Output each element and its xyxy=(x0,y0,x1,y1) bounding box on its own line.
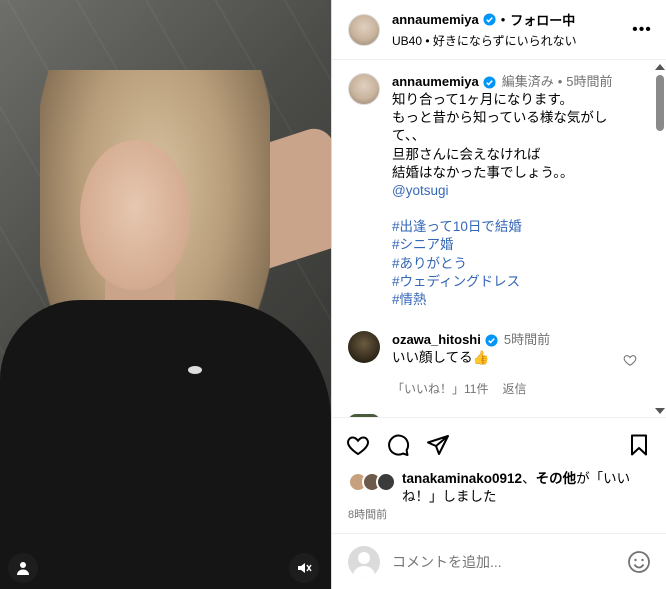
verified-badge-icon xyxy=(485,334,498,347)
bookmark-icon xyxy=(631,434,647,455)
more-options-icon[interactable]: ••• xyxy=(630,18,654,42)
heart-icon xyxy=(347,435,369,455)
comment-time[interactable]: 5時間前 xyxy=(504,331,550,349)
action-bar xyxy=(332,417,666,471)
commenter-avatar[interactable] xyxy=(348,331,380,364)
caption-line: 知り合って1ヶ月になります。 xyxy=(392,92,573,107)
mute-button[interactable] xyxy=(289,553,319,583)
hashtag-link[interactable]: #出逢って10日で結婚 xyxy=(392,218,653,236)
follow-status-button[interactable]: フォロー中 xyxy=(510,10,575,29)
comment-bubble-icon xyxy=(388,434,410,456)
audio-track-link[interactable]: UB40 • 好きにならずにいられない xyxy=(392,32,577,49)
caption: annaumemiya 編集済み • 5時間前 知り合って1ヶ月になります。 も… xyxy=(332,61,666,309)
likes-others-link[interactable]: その他 xyxy=(536,471,577,486)
emoji-icon[interactable] xyxy=(627,550,651,574)
comments-scrollbar[interactable] xyxy=(653,61,666,417)
like-button[interactable] xyxy=(346,433,370,457)
comment-likes-count[interactable]: 「いいね！」11件 xyxy=(392,380,488,398)
post-photo[interactable] xyxy=(0,0,331,589)
commenter-username[interactable]: ozawa_hitoshi xyxy=(392,331,481,349)
comments-panel[interactable]: annaumemiya 編集済み • 5時間前 知り合って1ヶ月になります。 も… xyxy=(332,61,666,417)
current-user-avatar xyxy=(348,545,380,578)
liker-avatars xyxy=(348,472,400,494)
post-sidebar: annaumemiya • フォロー中 UB40 • 好きにならずにいられない … xyxy=(331,0,666,589)
tagged-users-button[interactable] xyxy=(8,553,38,583)
liker-username[interactable]: tanakaminako0912 xyxy=(402,471,522,486)
caption-line: もっと昔から知っている様な気がし xyxy=(392,110,608,126)
comment-item: ozawa_hitoshi 5時間前 いい顔してる👍 「いいね！」11件 返信 xyxy=(332,331,666,398)
comment-text: いい顔してる👍 xyxy=(392,350,490,366)
caption-username[interactable]: annaumemiya xyxy=(392,73,479,91)
caption-line: て、、 xyxy=(392,128,426,144)
caption-line: 結婚はなかった事でしょう。。 xyxy=(392,164,574,180)
hashtag-link[interactable]: #ありがとう xyxy=(392,255,653,273)
hashtag-link[interactable]: #ウェディングドレス xyxy=(392,273,653,291)
verified-badge-icon xyxy=(483,13,496,26)
edited-label: 編集済み xyxy=(501,74,554,89)
verified-badge-icon xyxy=(483,75,496,89)
author-username[interactable]: annaumemiya xyxy=(392,12,479,27)
comment-input[interactable] xyxy=(392,553,627,570)
comment-button[interactable] xyxy=(386,433,410,457)
caption-line: 旦那さんに会えなければ xyxy=(392,146,541,162)
hashtag-link[interactable]: #情熱 xyxy=(392,291,653,309)
add-comment-bar xyxy=(332,533,666,589)
caption-author-avatar[interactable] xyxy=(348,73,380,105)
hashtag-link[interactable]: #シニア婚 xyxy=(392,236,653,254)
mention-link[interactable]: @yotsugi xyxy=(392,182,653,200)
post-timestamp[interactable]: 8時間前 xyxy=(348,506,387,522)
likes-summary: tanakaminako0912、その他が「いいね！」しました xyxy=(348,470,652,506)
share-button[interactable] xyxy=(426,433,450,457)
comment-like-heart-icon[interactable] xyxy=(623,353,637,367)
paper-plane-icon xyxy=(427,434,449,455)
post-header: annaumemiya • フォロー中 UB40 • 好きにならずにいられない … xyxy=(332,0,666,60)
instagram-post: annaumemiya • フォロー中 UB40 • 好きにならずにいられない … xyxy=(0,0,666,589)
author-avatar[interactable] xyxy=(348,13,380,46)
reply-button[interactable]: 返信 xyxy=(502,380,526,398)
person-icon xyxy=(17,562,29,575)
speaker-muted-icon xyxy=(298,563,312,573)
caption-time[interactable]: 5時間前 xyxy=(566,73,612,91)
save-button[interactable] xyxy=(627,433,651,457)
